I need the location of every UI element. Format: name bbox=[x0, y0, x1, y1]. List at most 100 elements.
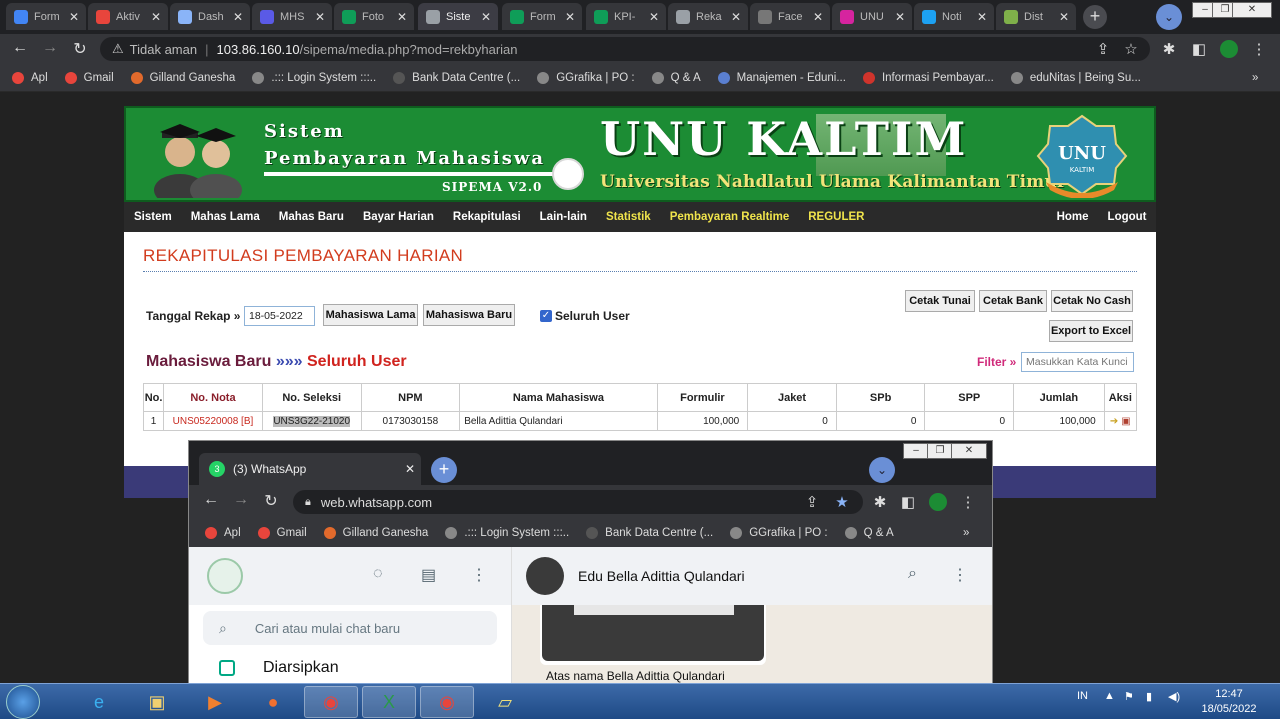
cetak-tunai-button[interactable]: Cetak Tunai bbox=[905, 290, 975, 312]
column-header[interactable]: SPP bbox=[924, 383, 1015, 412]
forward-icon[interactable]: → bbox=[231, 491, 251, 509]
bookmark-item[interactable]: Gmail bbox=[64, 71, 114, 84]
tray-expand-icon[interactable]: ▲ bbox=[1104, 690, 1115, 702]
browser-tab[interactable]: Form ✕ bbox=[6, 3, 86, 30]
print-icon[interactable]: ▣ bbox=[1121, 416, 1130, 427]
bookmark-item[interactable]: Gilland Ganesha bbox=[130, 71, 235, 84]
bookmark-item[interactable]: Manajemen - Eduni... bbox=[717, 71, 846, 84]
bookmark-item[interactable]: Gilland Ganesha bbox=[323, 527, 428, 539]
excel-icon[interactable]: X bbox=[362, 686, 416, 718]
whatsapp-url-input[interactable]: 🔒︎ web.whatsapp.com bbox=[293, 490, 863, 514]
detail-arrow-icon[interactable]: ➔ bbox=[1110, 416, 1118, 427]
bookmark-star-icon[interactable]: ☆ bbox=[1122, 40, 1140, 58]
profile-avatar[interactable] bbox=[929, 493, 947, 511]
menu-kebab-icon[interactable]: ⋮ bbox=[471, 565, 487, 585]
browser-tab[interactable]: Dist ✕ bbox=[996, 3, 1076, 30]
export-excel-button[interactable]: Export to Excel bbox=[1049, 320, 1133, 342]
bookmark-item[interactable]: Apl bbox=[205, 527, 241, 539]
bookmark-item[interactable]: GGrafika | PO : bbox=[730, 527, 828, 539]
minimize-window-button[interactable]: – bbox=[903, 443, 929, 459]
bookmark-item[interactable]: Apl bbox=[12, 71, 48, 84]
menu-item-statistik[interactable]: Statistik bbox=[596, 211, 660, 223]
menu-item-pembayaran-realtime[interactable]: Pembayaran Realtime bbox=[660, 211, 799, 223]
menu-item-home[interactable]: Home bbox=[1047, 211, 1098, 223]
extensions-icon[interactable]: ✱ bbox=[871, 493, 889, 511]
contact-name[interactable]: Edu Bella Adittia Qulandari bbox=[578, 568, 745, 584]
browser-tab[interactable]: Face ✕ bbox=[750, 3, 830, 30]
bookmark-item[interactable]: Q & A bbox=[844, 527, 894, 539]
close-window-button[interactable]: ✕ bbox=[1232, 2, 1272, 18]
sidepanel-icon[interactable]: ◧ bbox=[899, 493, 917, 511]
bookmark-item[interactable]: Q & A bbox=[651, 71, 701, 84]
share-icon[interactable]: ⇪ bbox=[803, 493, 821, 511]
bookmark-item[interactable]: .::: Login System :::.. bbox=[445, 527, 569, 539]
menu-item-mahas-baru[interactable]: Mahas Baru bbox=[269, 211, 353, 223]
archived-row[interactable]: Diarsipkan bbox=[219, 659, 339, 677]
table-row[interactable]: 1 UNS05220008 [B] UNS3G22-21020 0173030158 B… bbox=[142, 411, 1138, 431]
status-icon[interactable]: ◌ bbox=[373, 565, 383, 583]
file-explorer-icon[interactable]: ▣ bbox=[130, 686, 184, 718]
column-header[interactable]: NPM bbox=[360, 383, 461, 412]
share-icon[interactable]: ⇪ bbox=[1094, 40, 1112, 58]
new-chat-icon[interactable]: ▤ bbox=[421, 565, 436, 585]
close-tab-icon[interactable]: ✕ bbox=[394, 10, 410, 24]
column-header[interactable]: Jaket bbox=[747, 383, 837, 412]
cetak-bank-button[interactable]: Cetak Bank bbox=[979, 290, 1047, 312]
whatsapp-tab[interactable]: 3 (3) WhatsApp ✕ bbox=[199, 453, 421, 485]
close-window-button[interactable]: ✕ bbox=[951, 443, 987, 459]
mahasiswa-baru-button[interactable]: Mahasiswa Baru bbox=[423, 304, 515, 326]
browser-tab[interactable]: Foto ✕ bbox=[334, 3, 414, 30]
date-input[interactable]: 18-05-2022 bbox=[244, 306, 315, 326]
system-clock[interactable]: 12:47 18/05/2022 bbox=[1196, 687, 1262, 717]
chrome-icon[interactable]: ◉ bbox=[420, 686, 474, 718]
close-tab-icon[interactable]: ✕ bbox=[646, 10, 662, 24]
volume-icon[interactable]: ◀) bbox=[1168, 690, 1180, 703]
browser-tab[interactable]: Dash ✕ bbox=[170, 3, 250, 30]
action-center-icon[interactable]: ⚑ bbox=[1124, 690, 1134, 703]
reload-icon[interactable]: ↻ bbox=[70, 39, 90, 59]
profile-avatar[interactable] bbox=[1220, 40, 1238, 58]
browser-tab[interactable]: Noti ✕ bbox=[914, 3, 994, 30]
cetak-no-cash-button[interactable]: Cetak No Cash bbox=[1051, 290, 1133, 312]
message-image[interactable] bbox=[542, 605, 764, 661]
bookmark-item[interactable]: Bank Data Centre (... bbox=[586, 527, 713, 539]
cell-nota[interactable]: UNS05220008 [B] bbox=[163, 411, 263, 431]
contact-avatar[interactable] bbox=[526, 557, 564, 595]
filter-input[interactable] bbox=[1021, 352, 1134, 372]
close-tab-icon[interactable]: ✕ bbox=[892, 10, 908, 24]
column-header[interactable]: No. Nota bbox=[163, 383, 263, 412]
menu-item-lain-lain[interactable]: Lain-lain bbox=[530, 211, 596, 223]
menu-kebab-icon[interactable]: ⋮ bbox=[1250, 40, 1268, 58]
column-header[interactable]: SPb bbox=[835, 383, 926, 412]
internet-explorer-icon[interactable]: e bbox=[72, 686, 126, 718]
bookmark-item[interactable]: Informasi Pembayar... bbox=[862, 71, 994, 84]
browser-tab[interactable]: UNU ✕ bbox=[832, 3, 912, 30]
firefox-icon[interactable]: ● bbox=[246, 686, 300, 718]
image-message[interactable] bbox=[540, 605, 766, 665]
chrome-icon[interactable]: ◉ bbox=[304, 686, 358, 718]
close-tab-icon[interactable]: ✕ bbox=[1056, 10, 1072, 24]
network-icon[interactable]: ▮ bbox=[1146, 690, 1152, 703]
bookmark-item[interactable]: GGrafika | PO : bbox=[537, 71, 635, 84]
reload-icon[interactable]: ↻ bbox=[261, 491, 281, 511]
bookmark-item[interactable]: Bank Data Centre (... bbox=[393, 71, 520, 84]
close-tab-icon[interactable]: ✕ bbox=[974, 10, 990, 24]
browser-tab[interactable]: Form ✕ bbox=[502, 3, 582, 30]
menu-item-mahas-lama[interactable]: Mahas Lama bbox=[181, 211, 269, 223]
menu-item-logout[interactable]: Logout bbox=[1098, 211, 1156, 223]
back-icon[interactable]: ← bbox=[201, 491, 221, 509]
seluruh-user-checkbox[interactable]: ✓ bbox=[540, 310, 552, 322]
restore-window-button[interactable]: ❐ bbox=[927, 443, 953, 459]
start-button[interactable] bbox=[6, 685, 40, 719]
mahasiswa-lama-button[interactable]: Mahasiswa Lama bbox=[323, 304, 418, 326]
column-header[interactable]: Formulir bbox=[656, 383, 749, 412]
back-icon[interactable]: ← bbox=[10, 39, 30, 57]
bookmarks-more[interactable]: » bbox=[1252, 72, 1258, 84]
menu-item-bayar-harian[interactable]: Bayar Harian bbox=[353, 211, 443, 223]
menu-kebab-icon[interactable]: ⋮ bbox=[959, 493, 977, 511]
bookmarks-more[interactable]: » bbox=[963, 527, 969, 539]
new-tab-icon[interactable]: + bbox=[431, 457, 457, 483]
menu-item-rekapitulasi[interactable]: Rekapitulasi bbox=[443, 211, 530, 223]
language-indicator[interactable]: IN bbox=[1077, 690, 1088, 702]
sticky-notes-icon[interactable]: ▱ bbox=[478, 686, 532, 718]
